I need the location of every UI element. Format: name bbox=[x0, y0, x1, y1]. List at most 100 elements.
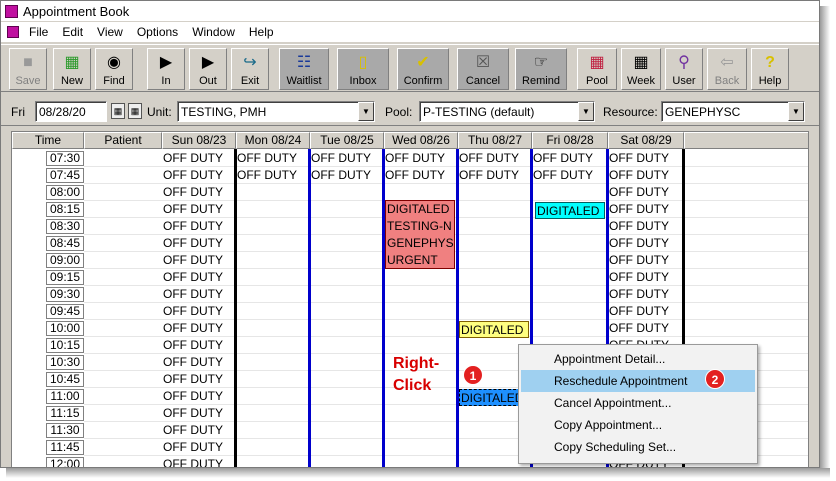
time-slot[interactable]: 11:00 bbox=[46, 389, 84, 404]
exit-button[interactable]: ↪ Exit bbox=[231, 48, 269, 90]
column-header[interactable]: Sun 08/23 bbox=[162, 132, 236, 149]
unit-select[interactable]: TESTING, PMH bbox=[177, 101, 375, 122]
column-header[interactable]: Patient bbox=[84, 132, 162, 149]
menu-view[interactable]: View bbox=[97, 25, 123, 39]
time-slot[interactable]: 11:30 bbox=[46, 423, 84, 438]
off-duty-cell[interactable]: OFF DUTY bbox=[459, 167, 519, 184]
off-duty-cell[interactable]: OFF DUTY bbox=[609, 218, 669, 235]
menu-appointment-detail[interactable]: Appointment Detail... bbox=[521, 348, 755, 370]
unit-dropdown-icon[interactable]: ▼ bbox=[358, 102, 374, 121]
off-duty-cell[interactable]: OFF DUTY bbox=[163, 388, 223, 405]
time-slot[interactable]: 11:45 bbox=[46, 440, 84, 455]
off-duty-cell[interactable]: OFF DUTY bbox=[385, 167, 445, 184]
off-duty-cell[interactable]: OFF DUTY bbox=[609, 269, 669, 286]
off-duty-cell[interactable]: OFF DUTY bbox=[163, 150, 223, 167]
off-duty-cell[interactable]: OFF DUTY bbox=[609, 252, 669, 269]
off-duty-cell[interactable]: OFF DUTY bbox=[609, 320, 669, 337]
off-duty-cell[interactable]: OFF DUTY bbox=[163, 405, 223, 422]
time-slot[interactable]: 08:30 bbox=[46, 219, 84, 234]
off-duty-cell[interactable]: OFF DUTY bbox=[237, 167, 297, 184]
off-duty-cell[interactable]: OFF DUTY bbox=[609, 167, 669, 184]
off-duty-cell[interactable]: OFF DUTY bbox=[163, 235, 223, 252]
time-slot[interactable]: 10:15 bbox=[46, 338, 84, 353]
off-duty-cell[interactable]: OFF DUTY bbox=[385, 150, 445, 167]
column-header[interactable]: Sat 08/29 bbox=[608, 132, 684, 149]
find-button[interactable]: ◉ Find bbox=[95, 48, 133, 90]
off-duty-cell[interactable]: OFF DUTY bbox=[163, 422, 223, 439]
time-slot[interactable]: 09:15 bbox=[46, 270, 84, 285]
menu-window[interactable]: Window bbox=[192, 25, 235, 39]
system-menu-icon[interactable] bbox=[7, 26, 19, 38]
appointment-block-urgent[interactable]: DIGITALED TESTING-N GENEPHYS URGENT bbox=[385, 200, 455, 269]
menu-copy-appointment[interactable]: Copy Appointment... bbox=[521, 414, 755, 436]
in-button[interactable]: ▶ In bbox=[147, 48, 185, 90]
off-duty-cell[interactable]: OFF DUTY bbox=[609, 303, 669, 320]
new-button[interactable]: ▦ New bbox=[53, 48, 91, 90]
menu-file[interactable]: File bbox=[29, 25, 48, 39]
user-button[interactable]: ⚲ User bbox=[665, 48, 703, 90]
off-duty-cell[interactable]: OFF DUTY bbox=[163, 303, 223, 320]
appointment-block-fri[interactable]: DIGITALED bbox=[535, 202, 605, 219]
column-header[interactable]: Fri 08/28 bbox=[532, 132, 608, 149]
off-duty-cell[interactable]: OFF DUTY bbox=[163, 269, 223, 286]
cancel-button[interactable]: ☒ Cancel bbox=[457, 48, 509, 90]
calendar-today-icon[interactable]: ▦ bbox=[128, 103, 142, 119]
off-duty-cell[interactable]: OFF DUTY bbox=[163, 337, 223, 354]
time-slot[interactable]: 12:00 bbox=[46, 457, 84, 467]
time-slot[interactable]: 10:30 bbox=[46, 355, 84, 370]
column-header[interactable]: Thu 08/27 bbox=[458, 132, 532, 149]
off-duty-cell[interactable]: OFF DUTY bbox=[163, 252, 223, 269]
waitlist-button[interactable]: ☷ Waitlist bbox=[279, 48, 329, 90]
off-duty-cell[interactable]: OFF DUTY bbox=[311, 150, 371, 167]
off-duty-cell[interactable]: OFF DUTY bbox=[163, 320, 223, 337]
column-header[interactable]: Tue 08/25 bbox=[310, 132, 384, 149]
time-slot[interactable]: 09:45 bbox=[46, 304, 84, 319]
time-slot[interactable]: 08:15 bbox=[46, 202, 84, 217]
pool-select[interactable]: P-TESTING (default) bbox=[419, 101, 595, 122]
time-slot[interactable]: 08:45 bbox=[46, 236, 84, 251]
menu-cancel-appointment[interactable]: Cancel Appointment... bbox=[521, 392, 755, 414]
column-header[interactable]: Mon 08/24 bbox=[236, 132, 310, 149]
calendar-icon[interactable]: ▦ bbox=[111, 103, 125, 119]
off-duty-cell[interactable]: OFF DUTY bbox=[163, 218, 223, 235]
menu-options[interactable]: Options bbox=[137, 25, 178, 39]
off-duty-cell[interactable]: OFF DUTY bbox=[163, 456, 223, 467]
resource-select[interactable]: GENEPHYSC bbox=[661, 101, 805, 122]
back-button[interactable]: ⇦ Back bbox=[707, 48, 747, 90]
time-slot[interactable]: 10:45 bbox=[46, 372, 84, 387]
week-button[interactable]: ▦ Week bbox=[621, 48, 661, 90]
resource-dropdown-icon[interactable]: ▼ bbox=[788, 102, 804, 121]
off-duty-cell[interactable]: OFF DUTY bbox=[237, 150, 297, 167]
confirm-button[interactable]: ✔ Confirm bbox=[397, 48, 449, 90]
date-field[interactable]: 08/28/20 bbox=[35, 101, 107, 122]
appointment-block-thu-1100[interactable]: DIGITALED bbox=[459, 389, 521, 406]
off-duty-cell[interactable]: OFF DUTY bbox=[163, 354, 223, 371]
column-header[interactable]: Time bbox=[12, 132, 84, 149]
off-duty-cell[interactable]: OFF DUTY bbox=[311, 167, 371, 184]
off-duty-cell[interactable]: OFF DUTY bbox=[609, 286, 669, 303]
time-slot[interactable]: 07:30 bbox=[46, 151, 84, 166]
column-header[interactable]: Wed 08/26 bbox=[384, 132, 458, 149]
off-duty-cell[interactable]: OFF DUTY bbox=[459, 150, 519, 167]
time-slot[interactable]: 09:30 bbox=[46, 287, 84, 302]
off-duty-cell[interactable]: OFF DUTY bbox=[163, 201, 223, 218]
save-button[interactable]: ■ Save bbox=[9, 48, 47, 90]
help-button[interactable]: ? Help bbox=[751, 48, 789, 90]
off-duty-cell[interactable]: OFF DUTY bbox=[609, 184, 669, 201]
time-slot[interactable]: 11:15 bbox=[46, 406, 84, 421]
time-slot[interactable]: 08:00 bbox=[46, 185, 84, 200]
off-duty-cell[interactable]: OFF DUTY bbox=[163, 371, 223, 388]
appointment-block-thu-1000[interactable]: DIGITALED bbox=[459, 321, 529, 338]
menu-help[interactable]: Help bbox=[249, 25, 274, 39]
off-duty-cell[interactable]: OFF DUTY bbox=[609, 201, 669, 218]
menu-copy-scheduling-set[interactable]: Copy Scheduling Set... bbox=[521, 436, 755, 458]
off-duty-cell[interactable]: OFF DUTY bbox=[533, 150, 593, 167]
off-duty-cell[interactable]: OFF DUTY bbox=[533, 167, 593, 184]
off-duty-cell[interactable]: OFF DUTY bbox=[163, 167, 223, 184]
time-slot[interactable]: 10:00 bbox=[46, 321, 84, 336]
time-slot[interactable]: 09:00 bbox=[46, 253, 84, 268]
pool-button[interactable]: ▦ Pool bbox=[577, 48, 617, 90]
off-duty-cell[interactable]: OFF DUTY bbox=[163, 286, 223, 303]
off-duty-cell[interactable]: OFF DUTY bbox=[163, 184, 223, 201]
inbox-button[interactable]: ▯ Inbox bbox=[337, 48, 389, 90]
